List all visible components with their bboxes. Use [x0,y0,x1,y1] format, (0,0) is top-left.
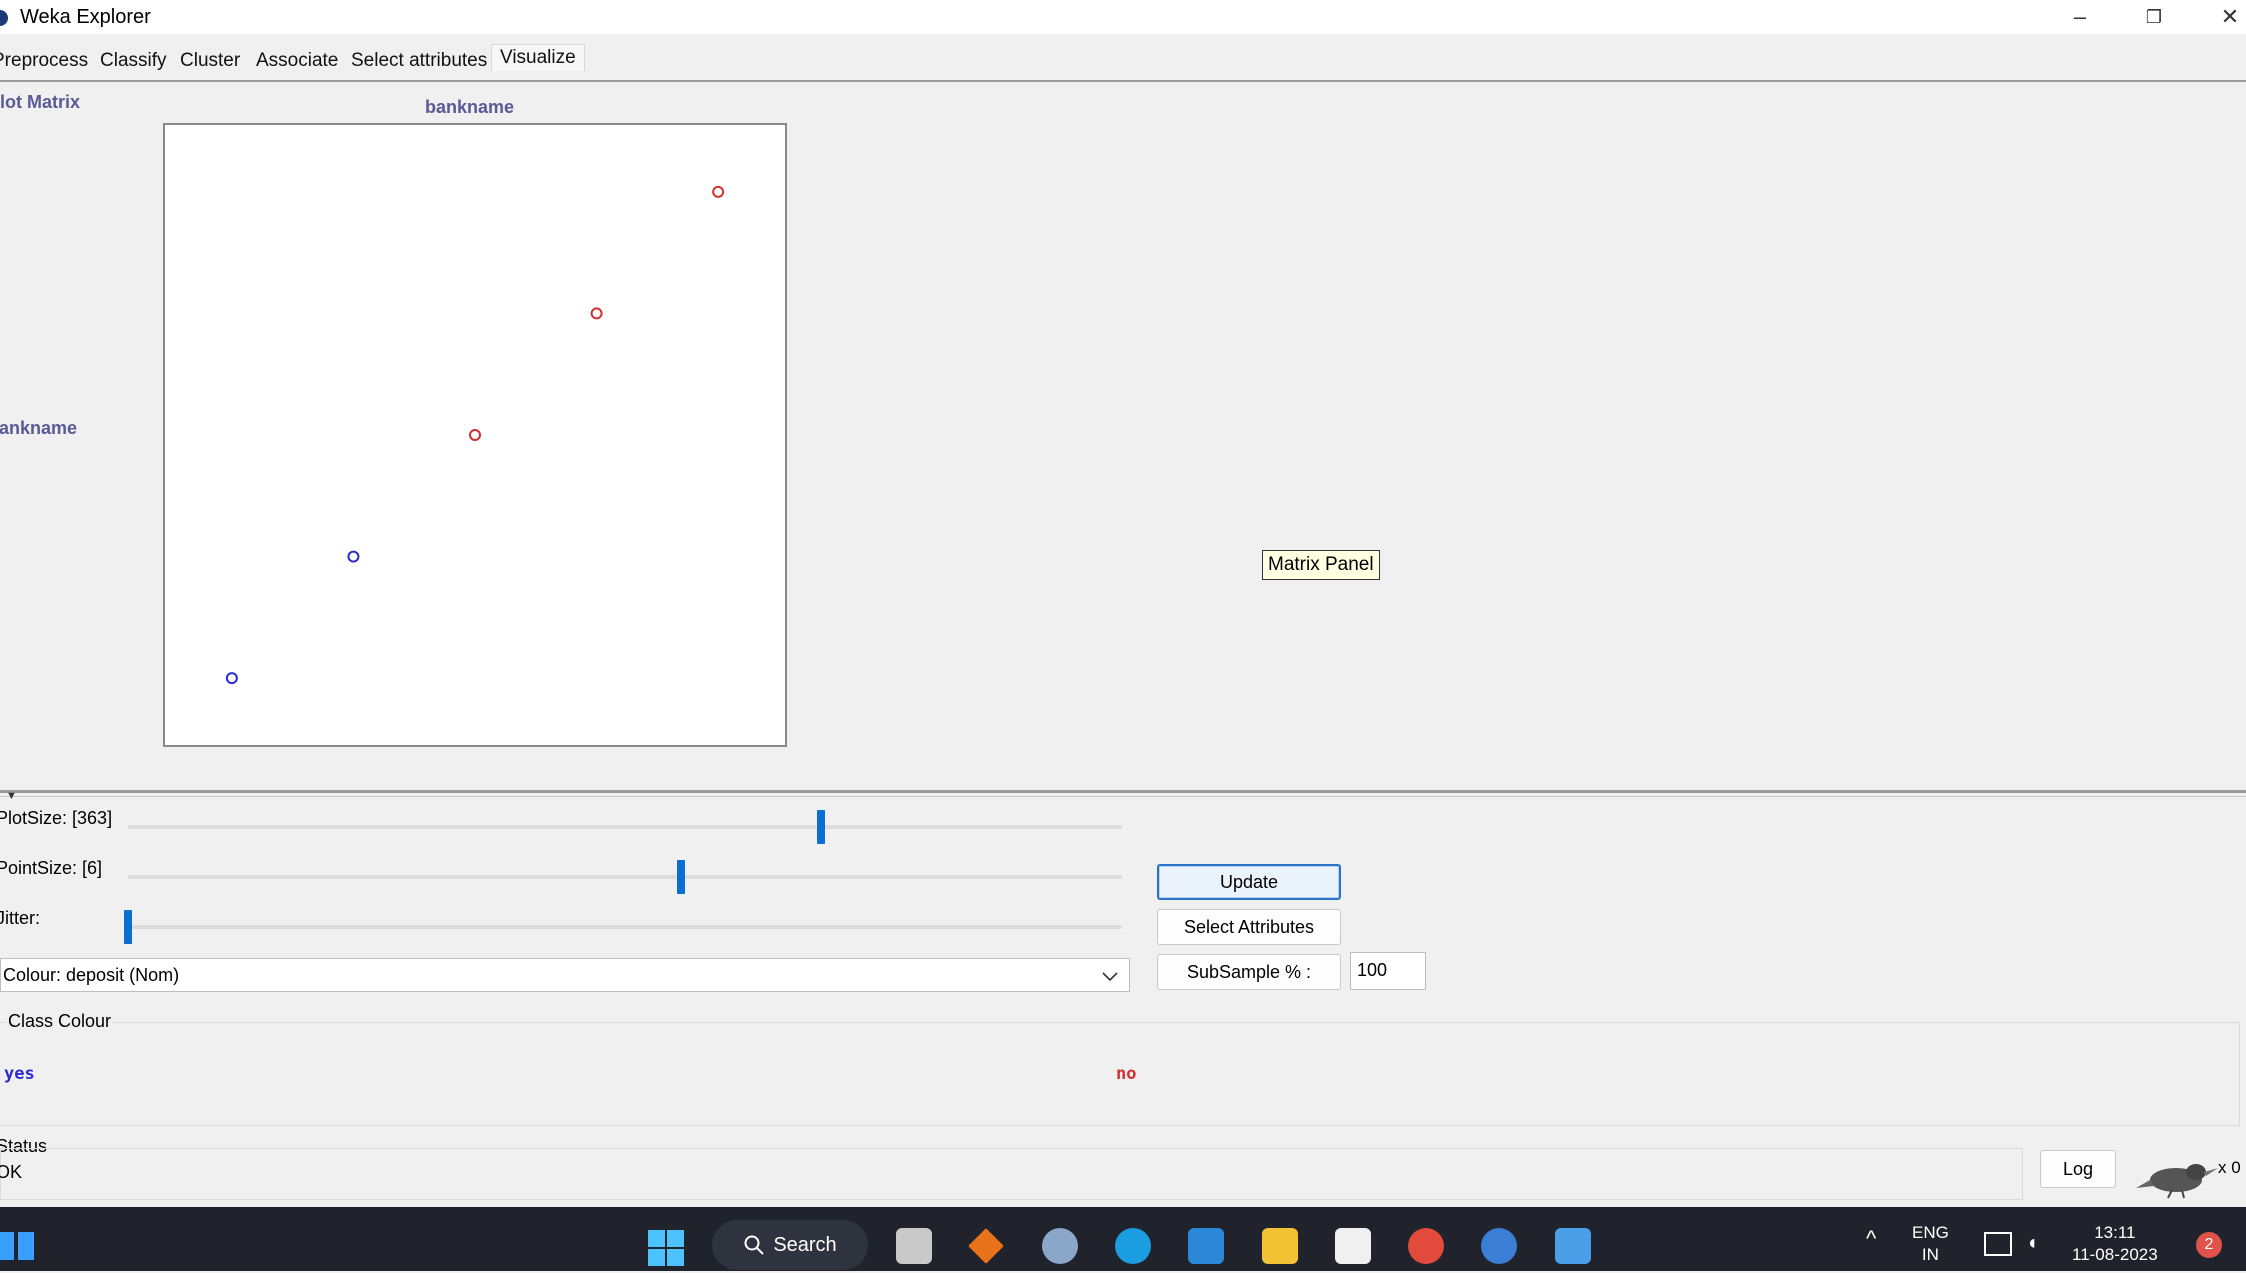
maximize-button[interactable]: ❐ [2126,0,2182,34]
speaker-icon[interactable]: ◖ [2026,1232,2038,1254]
edge-browser-icon[interactable] [1115,1228,1151,1264]
scatter-point-no[interactable] [469,429,481,441]
windows-start-icon[interactable] [646,1228,686,1268]
scatter-point-yes[interactable] [347,550,360,563]
matrix-panel-tooltip: Matrix Panel [1262,550,1380,580]
scatter-plot-svg [225,185,725,685]
notification-badge[interactable]: 2 [2196,1232,2222,1258]
subsample-input[interactable]: 100 [1350,952,1426,990]
select-attributes-button[interactable]: Select Attributes [1157,909,1341,945]
window-titlebar: Weka Explorer – ❐ ✕ [0,0,2246,34]
class-yes-label[interactable]: yes [4,1064,35,1084]
taskbar-search[interactable]: Search [712,1220,868,1270]
chrome-icon[interactable] [1408,1228,1444,1264]
chevron-up-icon[interactable]: ^ [1866,1228,1876,1250]
mail-icon[interactable] [1188,1228,1224,1264]
plot-size-label: PlotSize: [363] [0,808,113,828]
clock-time: 13:11 [2094,1223,2136,1242]
task-view-icon[interactable] [0,1228,36,1264]
tab-visualize[interactable]: Visualize [491,44,585,71]
explorer-tabs: Preprocess Classify Cluster Associate Se… [0,42,2246,78]
tab-preprocess[interactable]: Preprocess [0,50,88,72]
point-size-slider-thumb[interactable] [677,860,685,894]
plot-size-slider-thumb[interactable] [817,810,825,844]
scatter-plot-cell[interactable] [163,123,787,747]
weka-app-icon [0,10,8,26]
minimize-button[interactable]: – [2052,0,2108,34]
window-title: Weka Explorer [20,6,151,28]
status-panel [0,1148,2023,1200]
log-button[interactable]: Log [2040,1150,2116,1188]
jitter-slider-thumb[interactable] [124,910,132,944]
class-colour-title: Class Colour [6,1011,114,1032]
update-button[interactable]: Update [1157,864,1341,900]
plot-size-slider-track[interactable] [128,825,1122,829]
clock-date: 11-08-2023 [2072,1245,2158,1264]
subsample-button[interactable]: SubSample % : [1157,954,1341,990]
search-icon [744,1235,765,1255]
language-line1: ENG [1912,1223,1949,1242]
close-button[interactable]: ✕ [2202,0,2246,34]
r-studio-icon[interactable] [1042,1228,1078,1264]
point-size-slider-track[interactable] [128,875,1122,879]
search-label: Search [773,1233,837,1256]
tab-select-attributes[interactable]: Select attributes [351,50,487,72]
tabs-divider [0,80,2246,82]
class-no-label[interactable]: no [1116,1064,1136,1084]
folder-icon[interactable] [1262,1228,1298,1264]
plot-matrix-title: Plot Matrix [0,92,81,112]
chevron-down-icon [1102,972,1118,982]
scatter-point-no[interactable] [712,185,725,198]
weka-bird-icon [2136,1164,2218,1199]
colour-select[interactable]: Colour: deposit (Nom) [0,958,1130,992]
language-line2: IN [1921,1245,1939,1264]
notepad-icon[interactable] [1555,1228,1591,1264]
split-arrow-icon[interactable]: ▼ [6,790,17,802]
language-indicator[interactable]: ENG IN [1912,1222,1949,1266]
tab-classify[interactable]: Classify [100,50,167,72]
tab-associate[interactable]: Associate [256,50,338,72]
display-icon[interactable] [1984,1232,2012,1256]
task-count: x 0 [2218,1158,2241,1177]
colour-select-value: Colour: deposit (Nom) [3,965,180,985]
point-size-label: PointSize: [6] [0,858,103,878]
jitter-slider-track[interactable] [128,925,1122,929]
weka-taskbar-icon[interactable] [1481,1228,1517,1264]
tab-cluster[interactable]: Cluster [180,50,240,72]
y-attribute-label: bankname [0,418,78,438]
clock[interactable]: 13:11 11-08-2023 [2072,1222,2158,1266]
split-divider[interactable] [0,790,2246,793]
split-divider-line [0,796,2246,797]
scatter-point-yes[interactable] [225,672,238,685]
status-text: OK [0,1162,23,1182]
scatter-point-no[interactable] [590,307,603,320]
x-attribute-label: bankname [425,97,515,117]
file-manager-icon[interactable] [896,1228,932,1264]
store-icon[interactable] [1335,1228,1371,1264]
jitter-label: Jitter: [0,908,41,928]
